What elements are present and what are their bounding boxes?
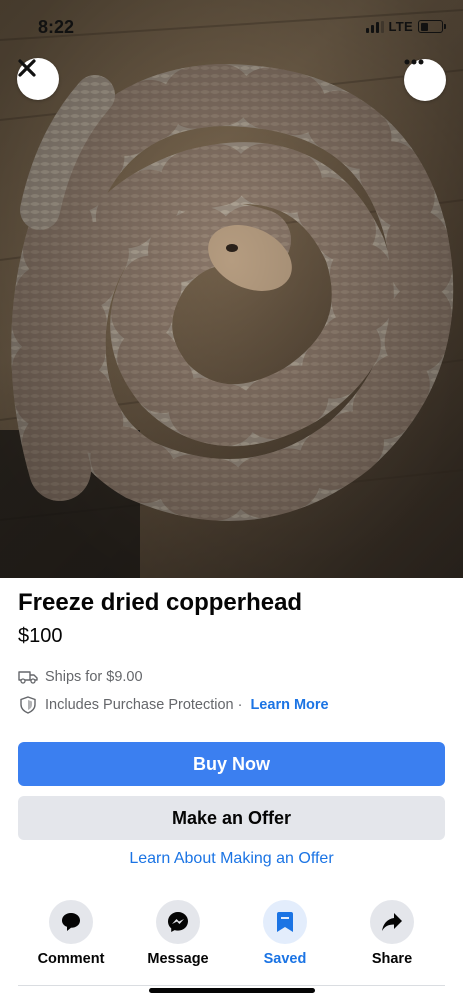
saved-label: Saved <box>263 951 307 967</box>
purchase-protection-info: Includes Purchase Protection · Learn Mor… <box>18 696 329 714</box>
learn-more-link[interactable]: Learn More <box>250 697 328 713</box>
share-icon <box>382 913 402 931</box>
learn-about-offer-link[interactable]: Learn About Making an Offer <box>0 850 463 868</box>
action-bar: Comment Message Saved Share <box>0 900 463 970</box>
shipping-text: Ships for $9.00 <box>45 669 143 685</box>
signal-icon <box>365 20 384 33</box>
bottom-divider <box>18 985 445 986</box>
listing-price: $100 <box>18 625 63 647</box>
share-label: Share <box>371 951 413 967</box>
more-options-button[interactable] <box>404 59 446 101</box>
truck-icon <box>18 668 38 686</box>
message-label: Message <box>147 951 209 967</box>
saved-button[interactable] <box>263 900 307 944</box>
close-icon <box>18 59 36 77</box>
message-action[interactable]: Message <box>133 900 223 967</box>
share-button[interactable] <box>370 900 414 944</box>
buy-now-button[interactable]: Buy Now <box>18 742 445 786</box>
comment-icon <box>62 913 80 931</box>
share-action[interactable]: Share <box>347 900 437 967</box>
shipping-info: Ships for $9.00 <box>18 668 143 686</box>
comment-button[interactable] <box>49 900 93 944</box>
saved-action[interactable]: Saved <box>240 900 330 967</box>
snake-photo-illustration <box>0 0 463 578</box>
listing-photo[interactable]: 8:22 LTE <box>0 0 463 578</box>
home-indicator[interactable] <box>149 988 315 993</box>
make-offer-button[interactable]: Make an Offer <box>18 796 445 840</box>
battery-fill <box>420 22 428 31</box>
bookmark-icon <box>277 912 293 932</box>
listing-title: Freeze dried copperhead <box>18 589 303 616</box>
status-indicators: LTE <box>365 19 446 34</box>
comment-label: Comment <box>37 951 105 967</box>
network-label: LTE <box>388 19 413 34</box>
battery-icon <box>418 20 446 33</box>
messenger-icon <box>168 912 188 932</box>
comment-action[interactable]: Comment <box>26 900 116 967</box>
status-bar: 8:22 LTE <box>0 0 463 52</box>
close-button[interactable] <box>17 58 59 100</box>
more-horizontal-icon <box>404 59 424 65</box>
separator-dot: · <box>237 697 243 713</box>
status-time: 8:22 <box>38 17 75 37</box>
message-button[interactable] <box>156 900 200 944</box>
protection-text: Includes Purchase Protection <box>45 697 234 713</box>
shield-icon <box>18 696 38 714</box>
